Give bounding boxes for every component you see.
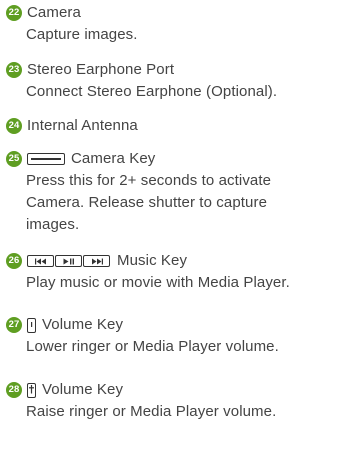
item-title: Stereo Earphone Port (27, 61, 175, 78)
number-badge: 23 (6, 62, 22, 78)
number-badge: 27 (6, 317, 22, 333)
item-description: Play music or movie with Media Player. (26, 274, 290, 291)
number-badge: 25 (6, 151, 22, 167)
item-description: Connect Stereo Earphone (Optional). (26, 83, 278, 100)
item-description: Lower ringer or Media Player volume. (26, 338, 279, 355)
item-title: Music Key (117, 252, 188, 269)
number-badge: 26 (6, 253, 22, 269)
item-24: 24 Internal Antenna (6, 115, 138, 137)
item-title: Camera Key (71, 150, 156, 167)
number-badge: 22 (6, 5, 22, 21)
item-23: 23 Stereo Earphone Port Connect Stereo E… (6, 59, 277, 103)
music-key-icon (27, 255, 111, 267)
number-badge: 28 (6, 382, 22, 398)
item-description: Capture images. (26, 26, 138, 43)
volume-up-key-icon (27, 382, 36, 398)
item-title: Camera (27, 4, 81, 21)
item-22: 22 Camera Capture images. (6, 2, 138, 46)
item-description: Camera. Release shutter to capture (26, 194, 268, 211)
item-description: Press this for 2+ seconds to activate (26, 172, 272, 189)
volume-down-key-icon (27, 317, 36, 333)
item-26: 26 Music Key Play music or movie with Me… (6, 250, 290, 294)
number-badge: 24 (6, 118, 22, 134)
item-title: Volume Key (42, 381, 124, 398)
camera-key-icon (27, 153, 65, 165)
item-title: Volume Key (42, 316, 124, 333)
next-track-icon (83, 255, 110, 267)
play-pause-icon (55, 255, 82, 267)
item-title: Internal Antenna (27, 117, 138, 134)
item-28: 28 Volume Key Raise ringer or Media Play… (6, 379, 276, 423)
previous-track-icon (27, 255, 54, 267)
item-description: Raise ringer or Media Player volume. (26, 403, 277, 420)
item-27: 27 Volume Key Lower ringer or Media Play… (6, 314, 279, 358)
item-description: images. (26, 216, 80, 233)
item-25: 25 Camera Key Press this for 2+ seconds … (6, 148, 271, 236)
